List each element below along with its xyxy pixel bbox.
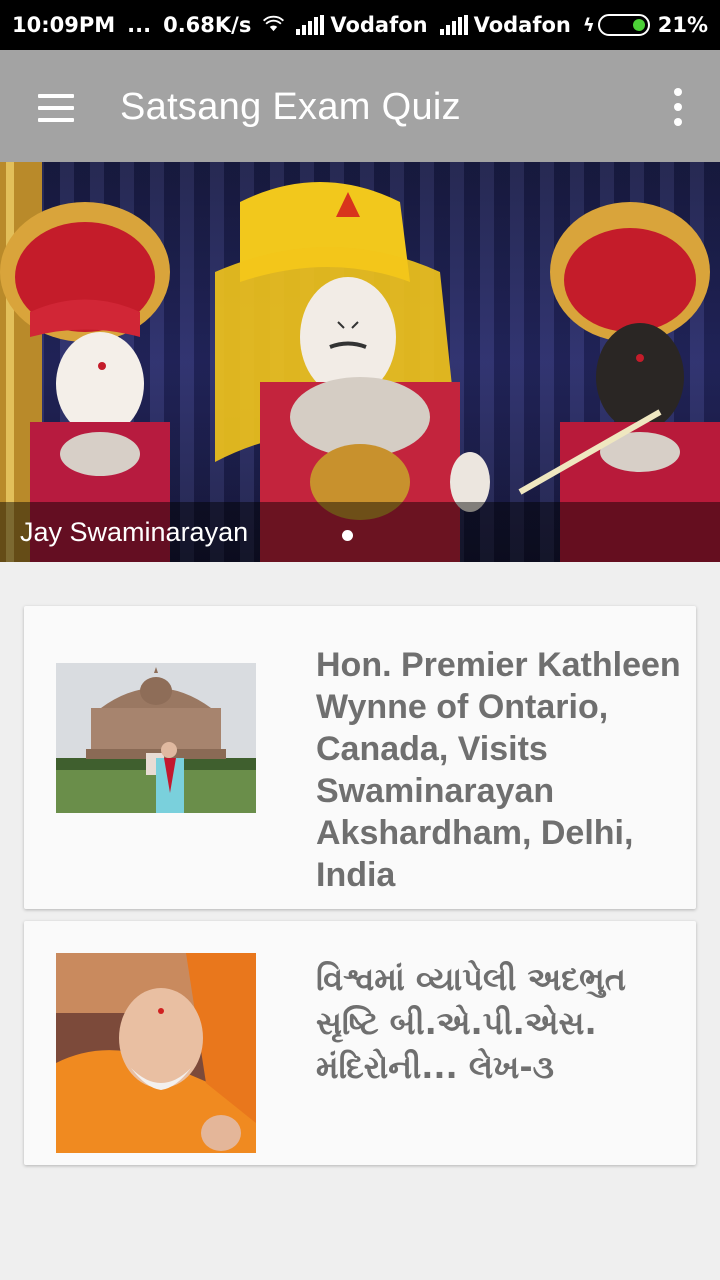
status-bar: 10:09PM ... 0.68K/s Vodafon Vodafon ϟ 21… (0, 0, 720, 50)
status-time: 10:09PM (12, 13, 116, 37)
status-carrier-2: Vodafon (473, 13, 571, 37)
banner-caption: Jay Swaminarayan (20, 516, 249, 547)
banner-slider[interactable]: Jay Swaminarayan (0, 162, 720, 562)
article-thumbnail (56, 953, 256, 1153)
charging-icon: ϟ (582, 14, 595, 36)
more-vert-icon[interactable] (670, 88, 686, 128)
app-title: Satsang Exam Quiz (120, 86, 461, 128)
article-card[interactable]: Hon. Premier Kathleen Wynne of Ontario, … (24, 606, 696, 909)
app-bar: Satsang Exam Quiz (0, 50, 720, 162)
wifi-icon (263, 15, 285, 32)
article-title: Hon. Premier Kathleen Wynne of Ontario, … (316, 646, 681, 894)
battery-percent: 21% (657, 13, 708, 37)
battery-icon: ϟ (583, 14, 650, 36)
article-thumbnail (56, 663, 256, 813)
article-card[interactable]: વિશ્વમાં વ્યાપેલી અદભુત સૃષ્ટિ બી.એ.પી.એ… (24, 921, 696, 1165)
status-notification-dots: ... (127, 13, 152, 37)
signal-icon (296, 15, 325, 35)
hamburger-menu-icon[interactable] (36, 94, 76, 122)
status-network-speed: 0.68K/s (163, 13, 252, 37)
banner-caption-bar: Jay Swaminarayan (0, 502, 720, 562)
swamiji-image (56, 953, 256, 1153)
article-title: વિશ્વમાં વ્યાપેલી અદભુત સૃષ્ટિ બી.એ.પી.એ… (316, 960, 626, 1086)
status-carrier-1: Vodafon (330, 13, 428, 37)
page-indicator-dot (342, 530, 353, 541)
signal-icon-2 (439, 15, 468, 35)
akshardham-image (56, 663, 256, 813)
